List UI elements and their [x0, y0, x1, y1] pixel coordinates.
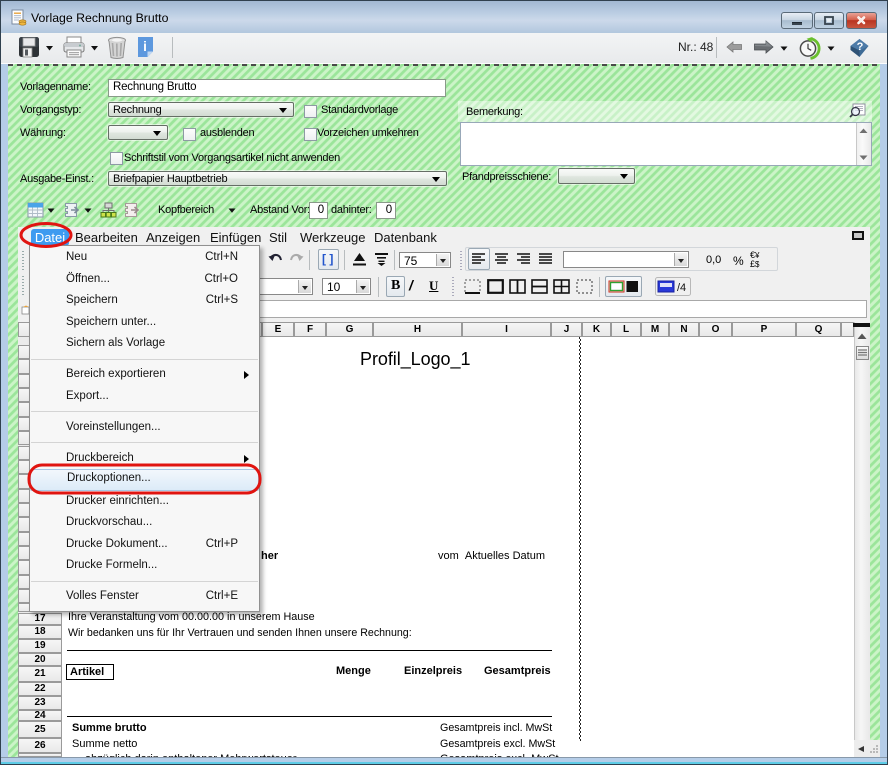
svg-text:?: ?: [857, 41, 864, 53]
svg-text:/4: /4: [677, 282, 686, 294]
svg-text:i: i: [143, 39, 147, 54]
